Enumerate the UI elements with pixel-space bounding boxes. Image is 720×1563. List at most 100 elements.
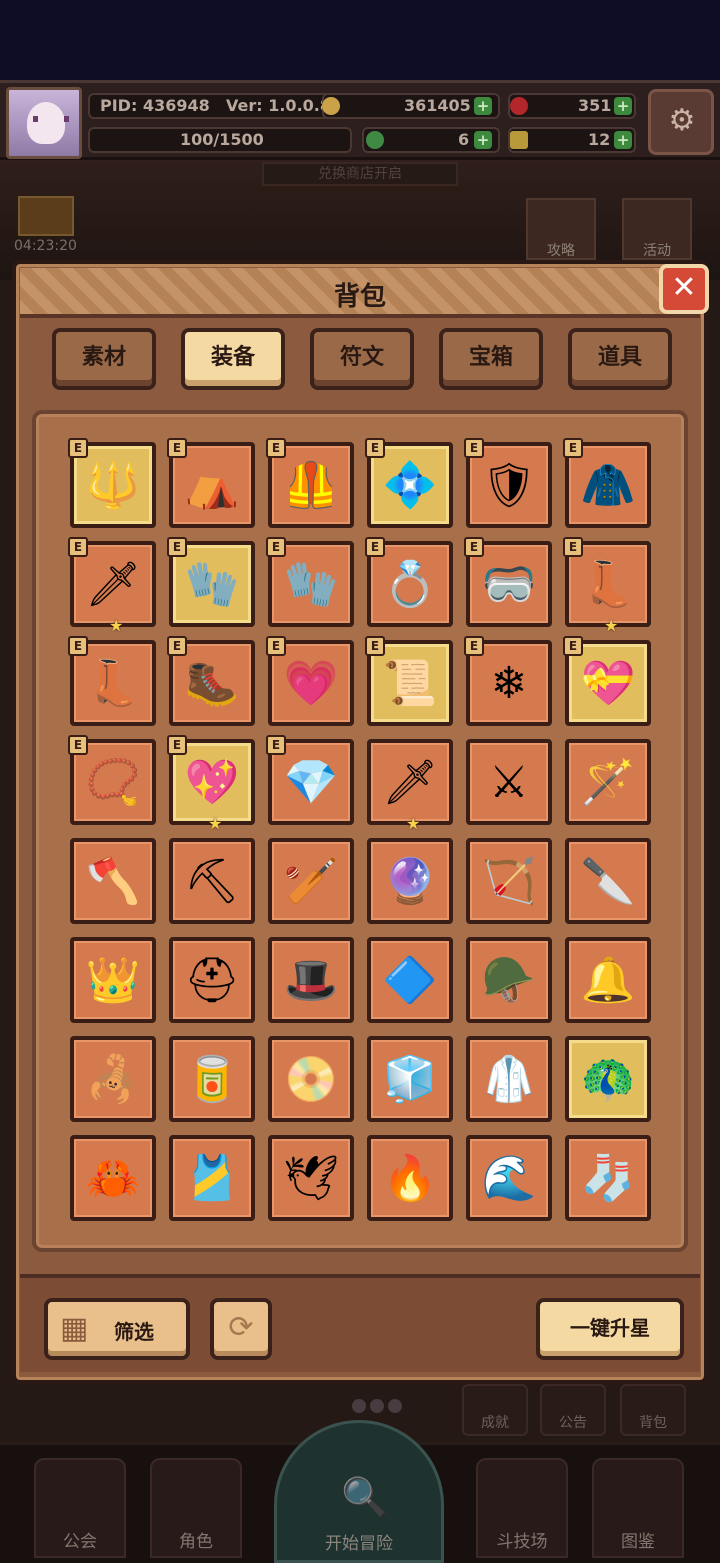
inventory-slot[interactable]: 🥾 E	[167, 636, 255, 726]
gem-plus-icon[interactable]: +	[614, 97, 632, 115]
equipped-badge: E	[68, 537, 88, 557]
inventory-slot[interactable]: ❄ E	[464, 636, 552, 726]
dagger-icon: 🔪	[580, 856, 636, 907]
clover-plus-icon[interactable]: +	[474, 131, 492, 149]
inventory-slot[interactable]: 🌊	[466, 1135, 552, 1221]
inventory-slot[interactable]: 💍 E	[365, 537, 453, 627]
key-bar: 12 +	[508, 127, 636, 153]
inventory-slot[interactable]: 🦂	[70, 1036, 156, 1122]
gold-robe-icon: 🎽	[184, 1153, 240, 1204]
gold-plus-icon[interactable]: +	[474, 97, 492, 115]
gold-boots-icon: 👢	[85, 658, 141, 709]
xp-bar: 100/1500	[88, 127, 352, 153]
inventory-slot[interactable]: 🪖	[466, 937, 552, 1023]
equipped-badge: E	[68, 438, 88, 458]
inventory-slot[interactable]: 🧊	[367, 1036, 453, 1122]
backpack-panel: 背包 ✕ 素材 装备 符文 宝箱 道具 🔱 E ⛺ E 🦺 E 💠 E 🛡 E 🧥 E 🗡 E ★ 🧤 E 🧤 E 💍…	[12, 260, 709, 1384]
inventory-slot[interactable]: 🔷	[367, 937, 453, 1023]
inventory-slot[interactable]: 🕊	[268, 1135, 354, 1221]
inventory-slot[interactable]: 🥽 E	[464, 537, 552, 627]
inventory-slot[interactable]: 🔮	[367, 838, 453, 924]
inventory-slot[interactable]: 🎽	[169, 1135, 255, 1221]
key-plus-icon[interactable]: +	[614, 131, 632, 149]
grid-icon: ▦	[60, 1311, 89, 1346]
inventory-slot[interactable]: 🔱 E	[68, 438, 156, 528]
tab-materials[interactable]: 素材	[52, 328, 156, 390]
inventory-slot[interactable]: 🦺 E	[266, 438, 354, 528]
inventory-slot[interactable]: 📿 E	[68, 735, 156, 825]
inventory-slot[interactable]: 💎 E	[266, 735, 354, 825]
inventory-slot[interactable]: 📀	[268, 1036, 354, 1122]
inventory-slot[interactable]: 🗡 ★	[367, 739, 453, 833]
inventory-slot[interactable]: 🪓	[70, 838, 156, 924]
inventory-slot[interactable]: 🔥	[367, 1135, 453, 1221]
panel-title-bar: 背包	[20, 268, 700, 318]
purple-boots-icon: 🥾	[184, 658, 240, 709]
inventory-slot[interactable]: 🪄	[565, 739, 651, 825]
inventory-slot[interactable]: 💖 E ★	[167, 735, 255, 833]
pid-bar: PID: 436948 Ver: 1.0.0.8	[88, 93, 340, 119]
blue-cap-icon: 🔔	[580, 955, 636, 1006]
inventory-slot[interactable]: 🧤 E	[167, 537, 255, 627]
player-avatar[interactable]	[6, 87, 82, 159]
gold-gauntlet-icon: 🧤	[283, 559, 339, 610]
close-button[interactable]: ✕	[659, 264, 709, 314]
inventory-slot[interactable]: 📜 E	[365, 636, 453, 726]
xp-text: 100/1500	[180, 130, 264, 149]
blue-staff-icon: 🪄	[580, 757, 636, 808]
tab-equipment[interactable]: 装备	[181, 328, 285, 390]
inventory-slot[interactable]: 🛡 E	[464, 438, 552, 528]
inventory-slot[interactable]: 👢 E	[68, 636, 156, 726]
ice-cloak-icon: 🧊	[382, 1054, 438, 1105]
refresh-button[interactable]: ⟳	[210, 1298, 272, 1360]
inventory-slot[interactable]: ⛺ E	[167, 438, 255, 528]
club-icon: 🏏	[283, 856, 339, 907]
axe-icon: 🪓	[85, 856, 141, 907]
inventory-slot[interactable]: 💗 E	[266, 636, 354, 726]
equipped-badge: E	[365, 438, 385, 458]
star-up-all-button[interactable]: 一键升星	[536, 1298, 684, 1360]
top-hud: PID: 436948 Ver: 1.0.0.8 100/1500 361405…	[0, 80, 720, 160]
equipped-badge: E	[365, 537, 385, 557]
inventory-slot[interactable]: 🏹	[466, 838, 552, 924]
inventory-slot[interactable]: 🎩	[268, 937, 354, 1023]
gold-circlet-icon: 📀	[283, 1054, 339, 1105]
inventory-slot[interactable]: 🦚	[565, 1036, 651, 1122]
inventory-slot[interactable]: 🔔	[565, 937, 651, 1023]
tab-chests[interactable]: 宝箱	[439, 328, 543, 390]
winged-helm-icon: 🪖	[481, 955, 537, 1006]
tab-items[interactable]: 道具	[568, 328, 672, 390]
inventory-slot[interactable]: ⚔	[466, 739, 552, 825]
tab-runes[interactable]: 符文	[310, 328, 414, 390]
inventory-slot[interactable]: 🏏	[268, 838, 354, 924]
inventory-slot[interactable]: 🔪	[565, 838, 651, 924]
inventory-slot[interactable]: 🧦	[565, 1135, 651, 1221]
inventory-slot[interactable]: 🧤 E	[266, 537, 354, 627]
frost-gem-icon: ❄	[490, 658, 528, 709]
inventory-slot[interactable]: 🥼	[466, 1036, 552, 1122]
equipped-badge: E	[167, 537, 187, 557]
item-grid: 🔱 E ⛺ E 🦺 E 💠 E 🛡 E 🧥 E 🗡 E ★ 🧤 E 🧤 E 💍 E 🥽 E 👢 E ★ 👢 E 🥾 E 💗 E 📜 E ❄ E 💝 E 📿 E…	[32, 410, 688, 1252]
crystal-helm-icon: ⛑	[184, 955, 240, 1006]
inventory-slot[interactable]: ⛏	[169, 838, 255, 924]
inventory-slot[interactable]: 🦀	[70, 1135, 156, 1221]
ice-crown-icon: 🔷	[382, 955, 438, 1006]
inventory-slot[interactable]: 🥫	[169, 1036, 255, 1122]
wizard-hat-icon: 🎩	[283, 955, 339, 1006]
equipped-badge: E	[266, 438, 286, 458]
ruby-sword-icon: 🗡	[85, 559, 141, 610]
inventory-slot[interactable]: 🗡 E ★	[68, 537, 156, 635]
filter-button[interactable]: ▦ 筛选	[44, 1298, 190, 1360]
inventory-slot[interactable]: 👢 E ★	[563, 537, 651, 635]
crystal-armor-icon: 💠	[382, 460, 438, 511]
hood-icon: ⛺	[184, 460, 240, 511]
inventory-slot[interactable]: ⛑	[169, 937, 255, 1023]
crown-icon: 👑	[85, 955, 141, 1006]
inventory-slot[interactable]: 💠 E	[365, 438, 453, 528]
inventory-slot[interactable]: 💝 E	[563, 636, 651, 726]
settings-button[interactable]: ⚙	[648, 89, 714, 155]
gear-icon: ⚙	[668, 103, 696, 138]
inventory-slot[interactable]: 👑	[70, 937, 156, 1023]
inventory-slot[interactable]: 🧥 E	[563, 438, 651, 528]
equipped-badge: E	[365, 636, 385, 656]
